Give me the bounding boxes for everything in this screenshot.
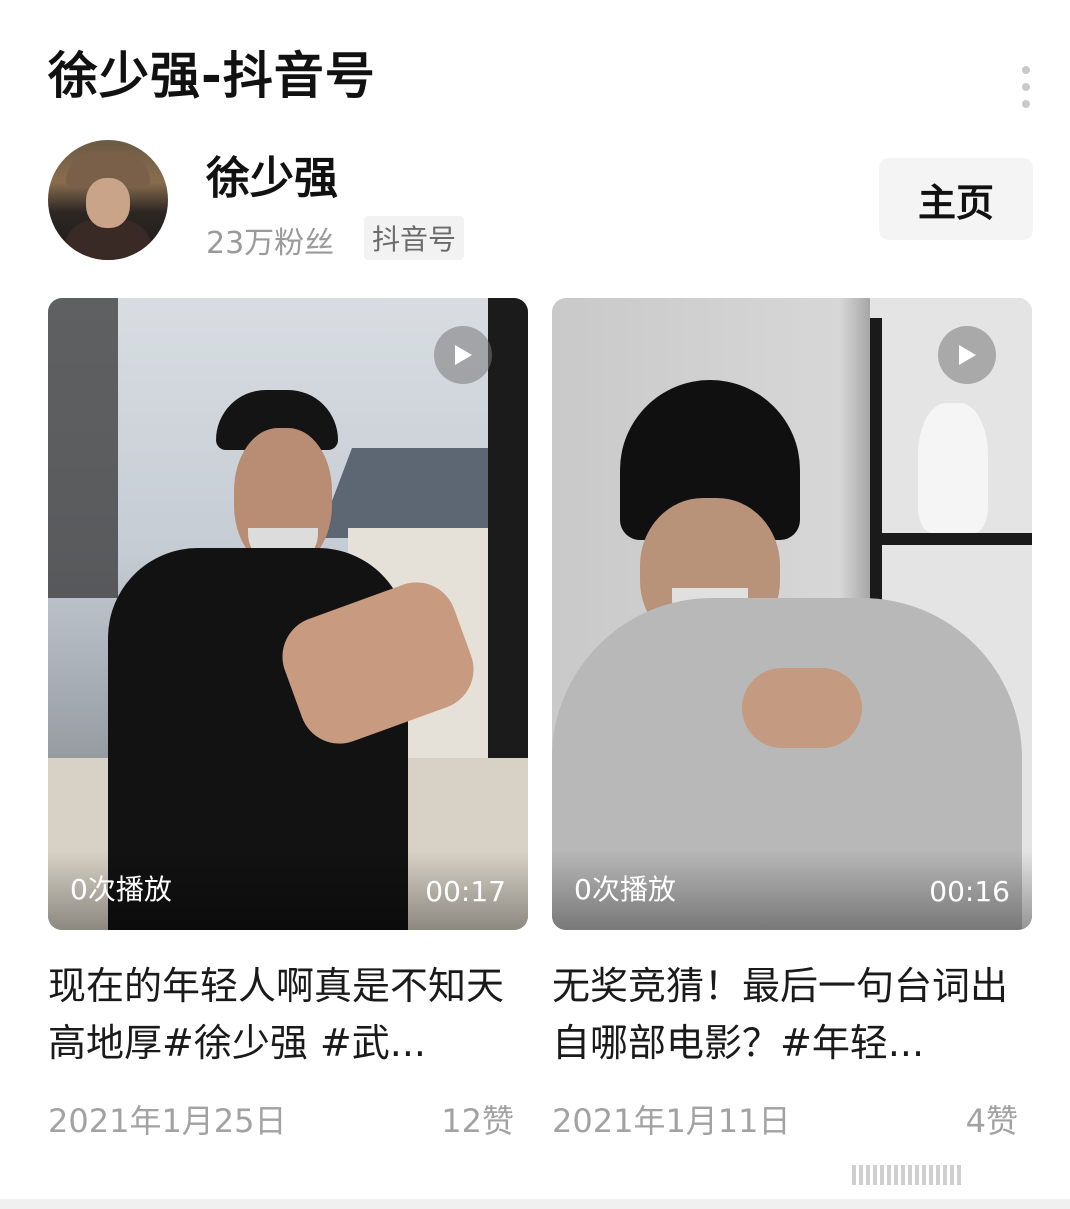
more-options-icon[interactable] (1020, 66, 1032, 108)
video-title[interactable]: 无奖竞猜！最后一句台词出自哪部电影？#年轻... (552, 958, 1022, 1072)
profile-name[interactable]: 徐少强 (206, 142, 338, 206)
bottom-divider (0, 1199, 1070, 1209)
avatar[interactable] (48, 140, 168, 260)
video-thumbnail[interactable]: 0次播放 00:17 (48, 298, 528, 930)
video-duration: 00:16 (929, 875, 1010, 908)
watermark (852, 1163, 1042, 1187)
like-count: 12赞 (441, 1102, 514, 1140)
play-icon[interactable] (938, 326, 996, 384)
fans-count: 23万粉丝 (206, 226, 335, 261)
page-title: 徐少强-抖音号 (48, 47, 376, 105)
video-card[interactable]: 0次播放 00:17 现在的年轻人啊真是不知天高地厚#徐少强 #武... 202… (48, 298, 528, 1140)
video-thumbnail[interactable]: 0次播放 00:16 (552, 298, 1032, 930)
publish-date: 2021年1月25日 (48, 1102, 287, 1140)
home-button[interactable]: 主页 (879, 158, 1033, 240)
play-count: 0次播放 (574, 873, 676, 906)
video-title[interactable]: 现在的年轻人啊真是不知天高地厚#徐少强 #武... (48, 958, 518, 1072)
play-count: 0次播放 (70, 873, 172, 906)
platform-tag: 抖音号 (364, 216, 465, 260)
play-icon[interactable] (434, 326, 492, 384)
publish-date: 2021年1月11日 (552, 1102, 791, 1140)
video-duration: 00:17 (425, 875, 506, 908)
like-count: 4赞 (965, 1102, 1018, 1140)
profile-header: 徐少强 23万粉丝 抖音号 主页 (48, 140, 1033, 265)
video-card[interactable]: 0次播放 00:16 无奖竞猜！最后一句台词出自哪部电影？#年轻... 2021… (552, 298, 1032, 1140)
